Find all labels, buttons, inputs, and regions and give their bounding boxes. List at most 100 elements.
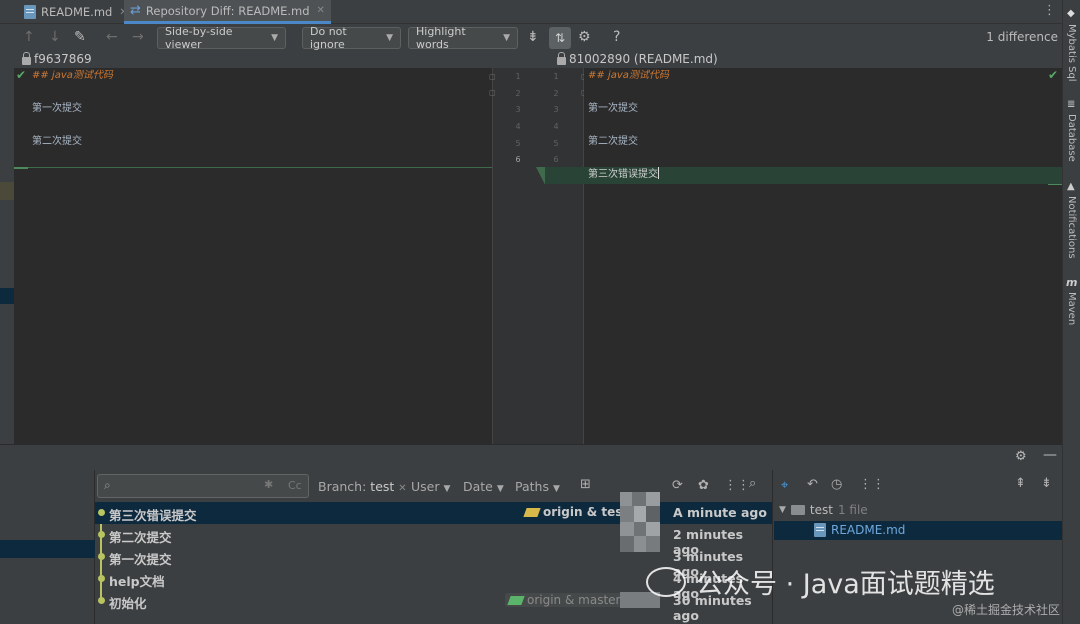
- collapse-unchanged-icon[interactable]: ⇟: [527, 29, 539, 45]
- commit-time: A minute ago: [673, 505, 767, 520]
- log-search-input[interactable]: ⌕ ✱ Cc: [97, 474, 309, 498]
- line-number: 5: [553, 139, 559, 148]
- highlight-select[interactable]: Highlight words ▼: [408, 25, 518, 51]
- commit-node: [98, 575, 105, 582]
- checkmark-icon: ✔: [16, 68, 27, 82]
- prev-diff-icon[interactable]: ↑: [23, 29, 35, 45]
- code-line: 第二次提交: [588, 136, 638, 147]
- collapse-all-icon[interactable]: ⇟: [1041, 476, 1052, 491]
- close-icon[interactable]: ✕: [317, 5, 325, 16]
- commit-node: [98, 531, 105, 538]
- added-code-line[interactable]: 第三次错误提交: [588, 167, 659, 184]
- ref-text: origin & master: [527, 593, 621, 607]
- tree-file-row[interactable]: README.md: [814, 523, 905, 537]
- gear-icon[interactable]: ⚙: [1015, 449, 1027, 464]
- commit-row[interactable]: 第三次错误提交 origin & test A minute ago: [95, 502, 772, 524]
- search-icon[interactable]: ⌕: [749, 476, 756, 491]
- left-tool-strip: [0, 68, 14, 444]
- branch-filter-label: Branch:: [318, 479, 367, 494]
- folder-name: test: [809, 503, 833, 517]
- insertion-marker: [1048, 184, 1062, 185]
- file-name: README.md: [831, 523, 906, 537]
- close-icon[interactable]: ✕: [398, 483, 406, 494]
- viewer-select-value: Side-by-side viewer: [165, 25, 233, 51]
- line-number: 4: [515, 122, 521, 131]
- edit-icon[interactable]: ✎: [74, 29, 86, 45]
- help-button[interactable]: ?: [613, 29, 620, 45]
- line-number: 2: [515, 89, 521, 98]
- markdown-file-icon: [24, 5, 36, 19]
- commit-row[interactable]: 第二次提交 2 minutes ago: [95, 524, 772, 557]
- commit-node: [98, 553, 105, 560]
- text-caret: [658, 167, 659, 179]
- tag-icon: [507, 595, 525, 605]
- forward-arrow-icon[interactable]: →: [132, 29, 144, 45]
- chevron-down-icon: ▼: [552, 484, 560, 494]
- cherry-pick-icon[interactable]: ✿: [698, 478, 709, 493]
- group-by-icon[interactable]: ⋮⋮: [859, 477, 885, 492]
- added-line-text: 第三次错误提交: [588, 169, 658, 180]
- paths-filter[interactable]: Paths ▼: [515, 479, 560, 494]
- ref-label: origin & master: [505, 593, 625, 607]
- fold-icon[interactable]: ◻: [489, 88, 496, 97]
- line-number: 6: [553, 155, 559, 164]
- commit-message: 第一次提交: [109, 552, 172, 567]
- next-diff-icon[interactable]: ↓: [49, 29, 61, 45]
- right-editor[interactable]: ## java测试代码 第一次提交 第二次提交 ✔: [584, 68, 1062, 444]
- line-number: 1: [553, 72, 559, 81]
- match-case-icon[interactable]: Cc: [288, 479, 302, 492]
- gear-icon[interactable]: ⚙: [578, 29, 591, 45]
- bell-icon: ▲: [1067, 181, 1075, 192]
- branch-filter[interactable]: Branch: test ✕: [318, 479, 407, 494]
- sync-scroll-toggle[interactable]: ⇅: [549, 27, 571, 49]
- branches-pane: [0, 470, 95, 624]
- ignore-select[interactable]: Do not ignore ▼: [302, 25, 401, 51]
- site-watermark: @稀土掘金技术社区: [952, 603, 1061, 617]
- fold-icon[interactable]: ◻: [489, 72, 496, 81]
- graph-options-icon[interactable]: ⋮⋮: [724, 478, 750, 493]
- refresh-icon[interactable]: ⟳: [672, 478, 683, 493]
- wechat-watermark: 公众号 · Java面试题精选: [646, 562, 995, 601]
- more-icon[interactable]: ⋮: [1043, 3, 1056, 18]
- commit-message: 第二次提交: [109, 530, 172, 545]
- back-arrow-icon[interactable]: ←: [106, 29, 118, 45]
- tab-repository-diff[interactable]: ⇄ Repository Diff: README.md ✕: [124, 0, 331, 24]
- commit-node: [98, 597, 105, 604]
- file-count: 1 file: [837, 503, 868, 517]
- commit-message: help文档: [109, 574, 165, 589]
- minimize-icon[interactable]: —: [1043, 447, 1057, 463]
- strip-marker: [0, 288, 14, 304]
- paths-filter-label: Paths: [515, 479, 549, 494]
- line-number: 1: [515, 72, 521, 81]
- panel-title-bar: ⚙ —: [0, 445, 1062, 469]
- chevron-down-icon: ▼: [443, 484, 451, 494]
- maven-icon: m: [1066, 276, 1078, 289]
- chevron-down-icon: ▼: [496, 484, 504, 494]
- branch-row[interactable]: [0, 540, 95, 558]
- regex-icon[interactable]: ✱: [264, 478, 273, 491]
- left-revision: f9637869: [22, 51, 92, 66]
- editor-tab-bar: README.md ✕ ⇄ Repository Diff: README.md…: [0, 0, 1062, 24]
- sync-scroll-icon: ⇅: [554, 31, 566, 45]
- pin-icon[interactable]: ⌖: [781, 478, 788, 493]
- tab-readme[interactable]: README.md ✕: [18, 0, 134, 24]
- tool-mybatis-sql[interactable]: Mybatis Sql: [1066, 24, 1077, 82]
- revision-header: f9637869 81002890 (README.md): [0, 51, 1062, 68]
- history-icon[interactable]: ◷: [831, 477, 842, 492]
- new-tab-icon[interactable]: ⊞: [580, 477, 591, 492]
- lock-icon: [22, 51, 31, 65]
- user-filter[interactable]: User ▼: [411, 479, 450, 494]
- commit-message: 第三次错误提交: [109, 508, 197, 523]
- tool-database[interactable]: Database: [1066, 114, 1077, 162]
- tool-maven[interactable]: Maven: [1066, 292, 1077, 325]
- line-number: 2: [553, 89, 559, 98]
- left-editor[interactable]: ✔ ## java测试代码 第一次提交 第二次提交: [14, 68, 492, 444]
- tool-notifications[interactable]: Notifications: [1066, 196, 1077, 259]
- viewer-select[interactable]: Side-by-side viewer ▼: [157, 25, 286, 51]
- date-filter[interactable]: Date ▼: [463, 479, 504, 494]
- database-icon: ≣: [1067, 99, 1076, 110]
- expand-all-icon[interactable]: ⇞: [1015, 476, 1026, 491]
- chevron-down-icon: ▼: [386, 33, 393, 43]
- revert-icon[interactable]: ↶: [807, 477, 818, 492]
- tree-folder-row[interactable]: ▼ test 1 file: [779, 503, 868, 517]
